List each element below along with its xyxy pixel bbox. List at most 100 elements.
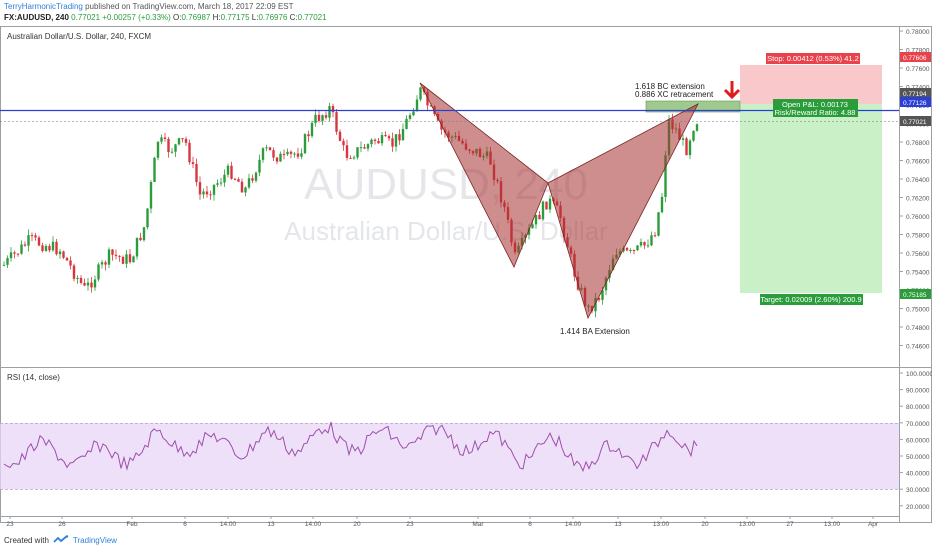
low-value: 0.76976 <box>258 13 288 22</box>
candle-body <box>202 191 205 195</box>
candle-body <box>349 157 352 159</box>
candle-body <box>531 224 534 229</box>
candle-body <box>128 254 132 263</box>
candle-body <box>146 208 149 228</box>
candle-body <box>167 138 170 153</box>
candle-body <box>408 115 412 119</box>
candle-body <box>384 135 387 137</box>
candle-body <box>324 115 328 118</box>
candle-body <box>692 130 695 141</box>
rsi-tick-label: 70.0000 <box>906 421 930 428</box>
time-tick-label: 26 <box>58 521 66 528</box>
candle-body <box>363 147 366 149</box>
candle-body <box>23 244 27 246</box>
candle-body <box>51 241 55 251</box>
candle-body <box>688 140 692 156</box>
candle-body <box>366 144 370 149</box>
time-tick-label: 6 <box>528 521 532 528</box>
candle-body <box>265 147 268 149</box>
rsi-tick-label: 90.0000 <box>906 388 930 395</box>
time-tick-label: 14:00 <box>220 521 237 528</box>
symbol-label[interactable]: FX:AUDUSD, 240 <box>4 13 69 22</box>
footer: Created with TradingView <box>4 535 117 545</box>
candle-body <box>121 256 125 264</box>
time-tick-label: 20 <box>701 521 709 528</box>
candle-body <box>107 249 111 265</box>
candle-body <box>223 174 226 183</box>
target-label: Target: 0.02009 (2.60%) 200.9 <box>760 295 861 304</box>
candle-body <box>16 253 20 255</box>
candle-body <box>72 265 76 279</box>
candle-body <box>282 153 286 155</box>
price-tick-label: 0.77600 <box>906 66 930 73</box>
candle-body <box>132 256 135 263</box>
candle-body <box>398 134 401 141</box>
rsi-tick-label: 60.0000 <box>906 437 930 444</box>
candle-body <box>373 139 377 141</box>
candle-body <box>93 279 97 288</box>
candle-body <box>338 131 342 141</box>
time-tick-label: 13:00 <box>653 521 670 528</box>
rsi-axis[interactable]: 100.0000 90.0000 80.0000 70.0000 60.0000 50.0… <box>899 371 932 511</box>
chart-canvas[interactable]: AUDUSD, 240 Australian Dollar/U.S. Dolla… <box>0 26 932 534</box>
candle-body <box>58 251 62 255</box>
candle-body <box>538 214 541 220</box>
candle-body <box>226 165 230 175</box>
candle-body <box>142 227 146 241</box>
price-tags: 0.77606 0.77194 0.77126 0.77021 0.75185 <box>900 52 931 299</box>
candle-body <box>139 237 142 241</box>
candle-body <box>541 201 545 220</box>
high-label: H: <box>212 13 221 22</box>
candle-body <box>191 162 195 165</box>
tradingview-brand-link[interactable]: TradingView <box>73 536 117 545</box>
candle-body <box>240 181 244 193</box>
candle-body <box>254 172 258 181</box>
candle-body <box>153 157 156 182</box>
publish-info: TerryHarmonicTrading published on Tradin… <box>4 2 294 11</box>
candle-body <box>237 179 240 182</box>
candle-body <box>135 237 139 257</box>
candle-body <box>174 144 177 152</box>
price-tick-label: 0.75400 <box>906 270 930 277</box>
price-axis[interactable]: 0.780000.778000.776000.774000.772000.770… <box>899 29 930 351</box>
candle-body <box>104 262 107 265</box>
time-tick-label: Apr <box>868 521 879 528</box>
candle-body <box>636 245 639 251</box>
candle-body <box>20 244 23 254</box>
candle-body <box>310 122 314 137</box>
ba-extension-label: 1.414 BA Extension <box>560 327 630 336</box>
time-tick-label: 20 <box>353 521 361 528</box>
candle-body <box>34 235 37 238</box>
candle-body <box>653 235 657 237</box>
time-tick-label: 13 <box>614 521 622 528</box>
candle-body <box>303 134 307 154</box>
published-text: published on TradingView.com, March 18, … <box>85 2 294 11</box>
candle-body <box>685 138 688 156</box>
candle-body <box>2 264 6 266</box>
candle-body <box>352 157 356 159</box>
target-zone[interactable] <box>740 104 882 293</box>
author-link[interactable]: TerryHarmonicTrading <box>4 2 83 11</box>
main-pane-title: Australian Dollar/U.S. Dollar, 240, FXCM <box>7 32 151 41</box>
candle-body <box>261 148 265 160</box>
candle-body <box>30 235 34 237</box>
price-tick-label: 0.76800 <box>906 140 930 147</box>
candle-body <box>289 151 293 154</box>
candle-body <box>198 182 202 195</box>
stop-zone[interactable] <box>740 65 882 104</box>
candle-body <box>300 153 303 157</box>
price-tick-label: 0.74800 <box>906 325 930 332</box>
candle-body <box>331 106 335 113</box>
candle-body <box>629 250 632 252</box>
price-tag-label: 0.77021 <box>903 119 927 126</box>
candle-body <box>69 260 72 266</box>
candle-body <box>27 235 30 246</box>
candle-body <box>335 112 338 132</box>
price-tag-label: 0.77194 <box>903 91 927 98</box>
time-tick-label: Feb <box>126 521 138 528</box>
candle-body <box>370 139 373 145</box>
pattern-bcd-triangle[interactable] <box>547 103 699 320</box>
candle-body <box>79 277 83 283</box>
time-tick-label: 23 <box>406 521 414 528</box>
candle-body <box>268 147 272 151</box>
